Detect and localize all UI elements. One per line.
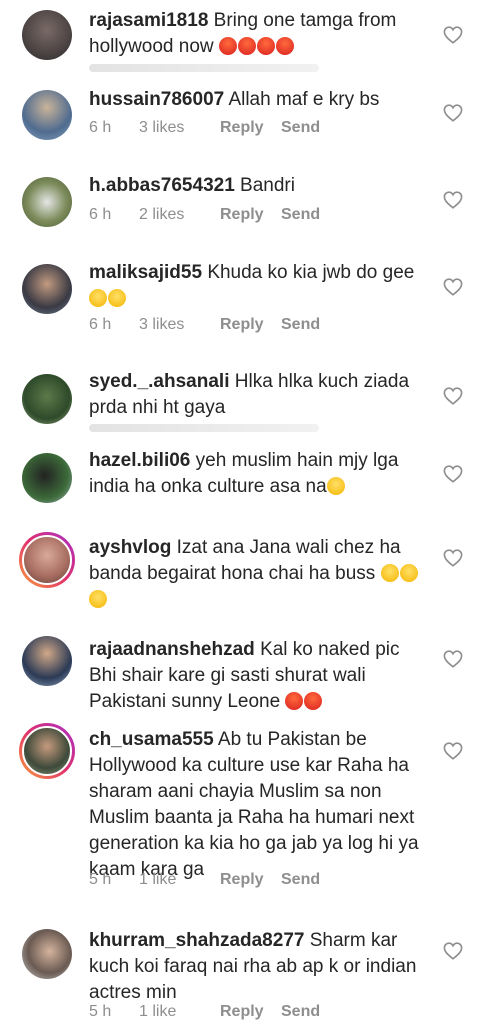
- comment-body: Allah maf e kry bs: [228, 89, 380, 110]
- avatar[interactable]: [22, 90, 72, 140]
- comment-meta: 6 h 2 likes Reply Send: [89, 206, 320, 224]
- comment-time: 6 h: [89, 206, 112, 223]
- send-button[interactable]: Send: [281, 1003, 320, 1021]
- comment-username[interactable]: hussain786007: [89, 89, 224, 110]
- like-heart-icon[interactable]: [443, 191, 463, 209]
- avatar[interactable]: [22, 264, 72, 314]
- avatar[interactable]: [22, 453, 72, 503]
- comment-likes[interactable]: 3 likes: [139, 316, 220, 334]
- comment-username[interactable]: ayshvlog: [89, 537, 171, 558]
- comment-text-block: maliksajid55 Khuda ko kia jwb do gee: [89, 260, 419, 312]
- comment-text-block: khurram_shahzada8277 Sharm kar kuch koi …: [89, 928, 419, 1006]
- rofl-emoji-icon: [326, 477, 345, 495]
- reply-button[interactable]: Reply: [220, 206, 281, 224]
- comment-text-block: ayshvlog Izat ana Jana wali chez ha band…: [89, 535, 419, 613]
- tears-of-joy-emoji-icon: [380, 564, 399, 582]
- like-heart-icon[interactable]: [443, 26, 463, 44]
- tears-of-joy-emoji-icon: [89, 590, 107, 608]
- like-heart-icon[interactable]: [443, 549, 463, 567]
- comment-text-block: rajaadnanshehzad Kal ko naked pic Bhi sh…: [89, 637, 419, 715]
- send-button[interactable]: Send: [281, 871, 320, 889]
- comment-body: Bandri: [240, 175, 295, 196]
- comment-username[interactable]: hazel.bili06: [89, 450, 190, 471]
- comment-username[interactable]: h.abbas7654321: [89, 175, 235, 196]
- avatar[interactable]: [19, 532, 75, 588]
- send-button[interactable]: Send: [281, 206, 320, 224]
- avatar[interactable]: [19, 723, 75, 779]
- comment-meta: 5 h 1 like Reply Send: [89, 1003, 320, 1021]
- angry-emoji-icon: [285, 692, 304, 710]
- comment-likes[interactable]: 2 likes: [139, 206, 220, 224]
- comment-meta: 6 h 3 likes Reply Send: [89, 119, 320, 137]
- angry-emoji-icon: [304, 692, 323, 710]
- comment-time: 5 h: [89, 1003, 112, 1020]
- tears-of-joy-emoji-icon: [399, 564, 418, 582]
- avatar-image: [22, 726, 72, 776]
- avatar[interactable]: [22, 929, 72, 979]
- comment-text-block: hussain786007 Allah maf e kry bs: [89, 87, 419, 113]
- astonished-emoji-icon: [89, 289, 107, 307]
- comment-time: 5 h: [89, 871, 112, 888]
- angry-emoji-icon: [218, 37, 237, 55]
- avatar[interactable]: [22, 177, 72, 227]
- comment-meta: 6 h 3 likes Reply Send: [89, 316, 320, 334]
- like-heart-icon[interactable]: [443, 942, 463, 960]
- send-button[interactable]: Send: [281, 316, 320, 334]
- avatar[interactable]: [22, 636, 72, 686]
- like-heart-icon[interactable]: [443, 387, 463, 405]
- comment-text-block: h.abbas7654321 Bandri: [89, 173, 419, 199]
- comment-body: Ab tu Pakistan be Hollywood ka culture u…: [89, 729, 419, 880]
- comment-username[interactable]: rajaadnanshehzad: [89, 639, 255, 660]
- comment-likes[interactable]: 1 like: [139, 871, 220, 889]
- avatar[interactable]: [22, 10, 72, 60]
- angry-emoji-icon: [256, 37, 275, 55]
- comment-text-block: syed._.ahsanali Hlka hlka kuch ziada prd…: [89, 369, 419, 421]
- comment-username[interactable]: maliksajid55: [89, 262, 202, 283]
- comment-username[interactable]: syed._.ahsanali: [89, 371, 229, 392]
- reply-button[interactable]: Reply: [220, 871, 281, 889]
- like-heart-icon[interactable]: [443, 104, 463, 122]
- like-heart-icon[interactable]: [443, 650, 463, 668]
- truncated-meta-line: [89, 64, 319, 72]
- comment-text-block: ch_usama555 Ab tu Pakistan be Hollywood …: [89, 727, 419, 883]
- like-heart-icon[interactable]: [443, 278, 463, 296]
- comment-meta: 5 h 1 like Reply Send: [89, 871, 320, 889]
- comment-username[interactable]: rajasami1818: [89, 10, 208, 31]
- reply-button[interactable]: Reply: [220, 1003, 281, 1021]
- comment-time: 6 h: [89, 119, 112, 136]
- reply-button[interactable]: Reply: [220, 316, 281, 334]
- comment-username[interactable]: ch_usama555: [89, 729, 214, 750]
- like-heart-icon[interactable]: [443, 465, 463, 483]
- comment-text-block: hazel.bili06 yeh muslim hain mjy lga ind…: [89, 448, 419, 500]
- avatar[interactable]: [22, 374, 72, 424]
- astonished-emoji-icon: [108, 289, 126, 307]
- truncated-meta-line: [89, 424, 319, 432]
- comment-username[interactable]: khurram_shahzada8277: [89, 930, 304, 951]
- comment-likes[interactable]: 1 like: [139, 1003, 220, 1021]
- comment-time: 6 h: [89, 316, 112, 333]
- avatar-image: [22, 535, 72, 585]
- comment-likes[interactable]: 3 likes: [139, 119, 220, 137]
- angry-emoji-icon: [237, 37, 256, 55]
- reply-button[interactable]: Reply: [220, 119, 281, 137]
- comment-text-block: rajasami1818 Bring one tamga from hollyw…: [89, 8, 419, 60]
- comment-body: Khuda ko kia jwb do gee: [207, 262, 415, 283]
- like-heart-icon[interactable]: [443, 742, 463, 760]
- send-button[interactable]: Send: [281, 119, 320, 137]
- angry-emoji-icon: [275, 37, 294, 55]
